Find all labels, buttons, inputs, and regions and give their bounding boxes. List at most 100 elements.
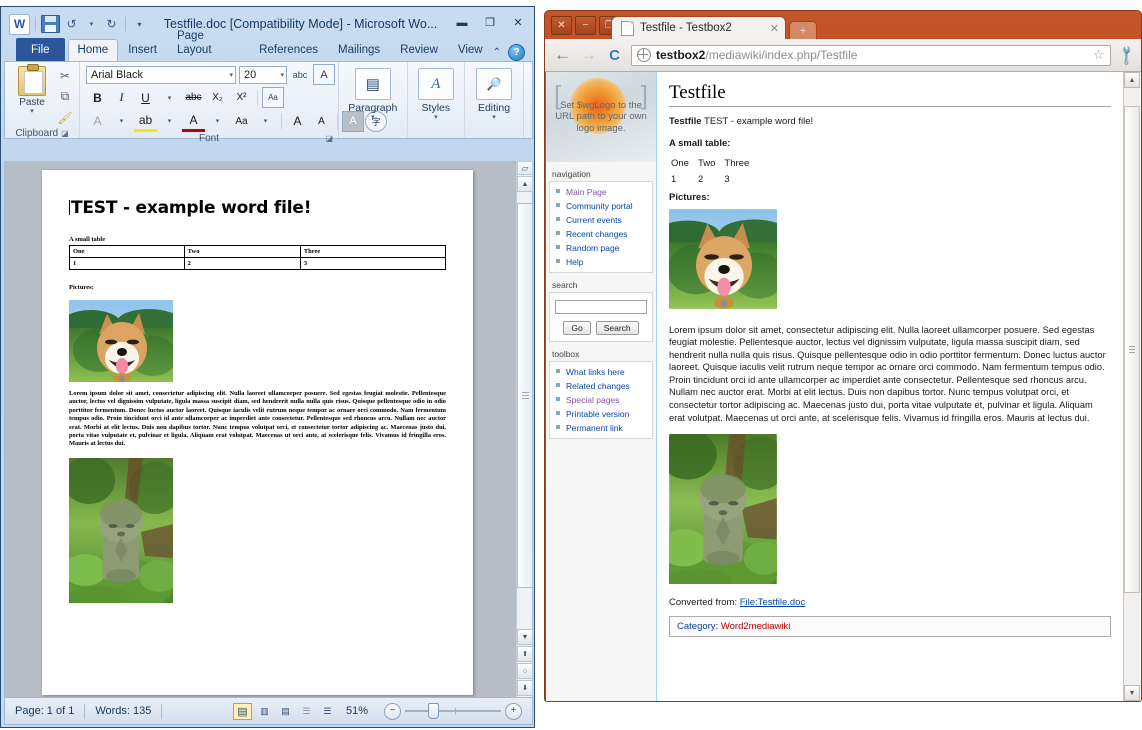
scroll-up-button[interactable]: ▲ xyxy=(1124,72,1140,88)
zoom-in-button[interactable]: + xyxy=(505,702,522,720)
nav-link-main-page[interactable]: Main Page xyxy=(550,185,652,199)
tab-references[interactable]: References xyxy=(249,39,328,61)
undo-icon[interactable]: ↺ xyxy=(63,16,80,33)
web-layout-view-button[interactable]: ▤ xyxy=(277,704,294,719)
highlight-dropdown-icon[interactable]: ▾ xyxy=(158,112,181,131)
save-icon[interactable] xyxy=(41,15,60,33)
statue-image[interactable] xyxy=(658,430,788,598)
strikethrough-button[interactable]: abc xyxy=(182,88,205,107)
customize-qat-icon[interactable]: ▾ xyxy=(131,16,148,33)
caret-down-icon[interactable]: ▾ xyxy=(434,114,438,121)
nav-link-help[interactable]: Help xyxy=(550,255,652,269)
word-vertical-scrollbar[interactable]: ▱ ▲ ▼ ⬆ ○ ⬇ xyxy=(516,161,533,697)
tab-mailings[interactable]: Mailings xyxy=(328,39,390,61)
document-canvas[interactable]: TEST - example word file! A small table … xyxy=(4,161,533,697)
paste-button[interactable]: Paste ▾ xyxy=(9,64,55,115)
wiki-logo[interactable]: [ ] Set $wgLogo to the URL path to your … xyxy=(546,72,656,162)
redo-icon[interactable]: ↻ xyxy=(103,16,120,33)
superscript-button[interactable]: X² xyxy=(230,88,253,107)
tab-review[interactable]: Review xyxy=(390,39,448,61)
editing-button[interactable]: 🔎 Editing ▾ xyxy=(476,64,513,121)
chevron-down-icon[interactable]: ▾ xyxy=(277,71,284,79)
underline-dropdown-icon[interactable]: ▾ xyxy=(158,88,181,107)
nav-link-random-page[interactable]: Random page xyxy=(550,241,652,255)
browser-vertical-scrollbar[interactable]: ▲ ▼ xyxy=(1123,72,1140,701)
collapse-ribbon-icon[interactable]: ⌃ xyxy=(493,47,501,58)
zoom-thumb[interactable] xyxy=(428,703,440,719)
close-button[interactable]: ✕ xyxy=(551,16,572,35)
document-page[interactable]: TEST - example word file! A small table … xyxy=(42,170,473,695)
undo-dropdown-icon[interactable]: ▾ xyxy=(83,16,100,33)
dog-image[interactable] xyxy=(657,208,790,309)
bookmark-star-icon[interactable]: ☆ xyxy=(1093,47,1105,63)
character-border-icon[interactable]: A xyxy=(313,64,335,85)
back-icon[interactable]: ← xyxy=(553,45,572,65)
copy-icon[interactable]: ⧉ xyxy=(55,87,75,106)
scroll-thumb[interactable] xyxy=(517,203,533,588)
font-color-dropdown-icon[interactable]: ▾ xyxy=(206,112,229,131)
help-icon[interactable]: ? xyxy=(508,44,525,61)
tab-page-layout[interactable]: Page Layout xyxy=(167,25,249,61)
close-button[interactable]: ✕ xyxy=(507,14,529,31)
zoom-track[interactable] xyxy=(405,703,501,719)
nav-link-community-portal[interactable]: Community portal xyxy=(550,199,652,213)
minimize-button[interactable]: ▬ xyxy=(451,14,473,31)
toolbox-link-printable-version[interactable]: Printable version xyxy=(550,407,652,421)
highlight-button[interactable]: ab xyxy=(134,110,157,132)
word-count[interactable]: Words: 135 xyxy=(85,705,161,717)
dialog-launcher-icon[interactable]: ◪ xyxy=(61,127,69,140)
full-screen-reading-view-button[interactable]: ▥ xyxy=(256,704,273,719)
paste-caret-icon[interactable]: ▾ xyxy=(30,108,34,115)
change-case-dropdown-icon[interactable]: ▾ xyxy=(254,112,277,131)
chevron-down-icon[interactable]: ▾ xyxy=(226,71,233,79)
nav-link-current-events[interactable]: Current events xyxy=(550,213,652,227)
search-button[interactable]: Search xyxy=(595,321,639,335)
word-app-icon[interactable]: W xyxy=(9,13,30,35)
phonetic-guide-icon[interactable]: abc xyxy=(290,65,310,84)
toolbox-link-related-changes[interactable]: Related changes xyxy=(550,379,652,393)
underline-button[interactable]: U xyxy=(134,88,157,107)
source-file-link[interactable]: File:Testfile.doc xyxy=(740,597,805,608)
previous-page-button[interactable]: ⬆ xyxy=(517,646,533,662)
toolbox-link-what-links-here[interactable]: What links here xyxy=(550,365,652,379)
menu-wrench-icon[interactable]: 🔧 xyxy=(1114,43,1139,67)
toolbox-link-permanent-link[interactable]: Permanent link xyxy=(550,421,652,435)
font-size-combo[interactable]: 20 ▾ xyxy=(239,65,287,84)
print-layout-view-button[interactable]: ▤ xyxy=(232,702,252,720)
shrink-font-button[interactable]: A xyxy=(310,112,333,131)
scroll-up-button[interactable]: ▲ xyxy=(517,176,533,192)
category-link[interactable]: Word2mediawiki xyxy=(721,621,791,632)
outline-view-button[interactable]: ☰ xyxy=(298,704,315,719)
draft-view-button[interactable]: ☰ xyxy=(319,704,336,719)
subscript-button[interactable]: X₂ xyxy=(206,88,229,107)
tab-view[interactable]: View xyxy=(448,39,493,61)
styles-button[interactable]: A Styles ▾ xyxy=(417,64,454,121)
font-color-button[interactable]: A xyxy=(182,110,205,132)
tab-home[interactable]: Home xyxy=(67,39,119,61)
forward-icon[interactable]: → xyxy=(579,45,598,65)
scroll-thumb[interactable] xyxy=(1124,106,1140,593)
zoom-slider[interactable]: − + xyxy=(384,702,522,720)
page-indicator[interactable]: Page: 1 of 1 xyxy=(5,705,84,717)
browser-tab[interactable]: Testfile - Testbox2 ✕ xyxy=(611,16,786,39)
text-effects-dropdown-icon[interactable]: ▾ xyxy=(110,112,133,131)
tab-insert[interactable]: Insert xyxy=(118,39,167,61)
toolbox-link-special-pages[interactable]: Special pages xyxy=(550,393,652,407)
close-icon[interactable]: ✕ xyxy=(770,22,779,35)
next-page-button[interactable]: ⬇ xyxy=(517,680,533,696)
format-painter-icon[interactable]: 🖌 xyxy=(55,108,75,127)
scroll-down-button[interactable]: ▼ xyxy=(517,629,533,645)
zoom-out-button[interactable]: − xyxy=(384,702,401,720)
address-bar[interactable]: testbox2/mediawiki/index.php/Testfile ☆ xyxy=(631,44,1111,66)
font-name-combo[interactable]: Arial Black ▾ xyxy=(86,65,236,84)
cut-icon[interactable]: ✂ xyxy=(55,66,75,85)
tab-file[interactable]: File xyxy=(16,38,65,61)
category-label[interactable]: Category xyxy=(677,621,716,632)
go-button[interactable]: Go xyxy=(563,321,591,335)
nav-link-recent-changes[interactable]: Recent changes xyxy=(550,227,652,241)
search-input[interactable] xyxy=(555,299,647,314)
split-window-icon[interactable]: ▱ xyxy=(517,161,533,175)
caret-down-icon[interactable]: ▾ xyxy=(371,114,375,121)
bold-button[interactable]: B xyxy=(86,88,109,107)
scroll-down-button[interactable]: ▼ xyxy=(1124,685,1140,701)
